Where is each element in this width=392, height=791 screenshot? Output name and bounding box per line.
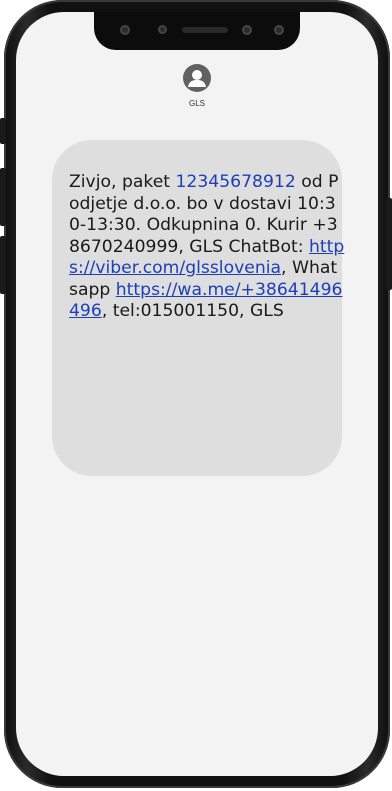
- sensor-icon: [158, 25, 167, 34]
- sensor-icon: [120, 25, 130, 35]
- message-text: Zivjo, paket 12345678912 od Podjetje d.o…: [69, 172, 345, 323]
- speaker-grille: [182, 27, 228, 33]
- conversation-header[interactable]: GLS: [16, 64, 378, 108]
- volume-down-button: [0, 236, 6, 294]
- power-button: [386, 198, 392, 290]
- person-avatar-icon[interactable]: [183, 64, 211, 92]
- notch: [94, 12, 300, 50]
- message-bubble[interactable]: Zivjo, paket 12345678912 od Podjetje d.o…: [52, 140, 345, 476]
- message-text-part: Zivjo, paket: [69, 172, 176, 192]
- message-text-part: , tel:015001150, GLS: [101, 301, 284, 321]
- contact-name: GLS: [188, 99, 205, 108]
- phone-screen: GLS Zivjo, paket 12345678912 od Podjetje…: [16, 12, 378, 776]
- volume-up-button: [0, 168, 6, 226]
- tracking-number-link[interactable]: 12345678912: [176, 172, 296, 192]
- front-camera-icon: [274, 25, 284, 35]
- mute-switch: [0, 118, 6, 144]
- sensor-icon: [242, 25, 252, 35]
